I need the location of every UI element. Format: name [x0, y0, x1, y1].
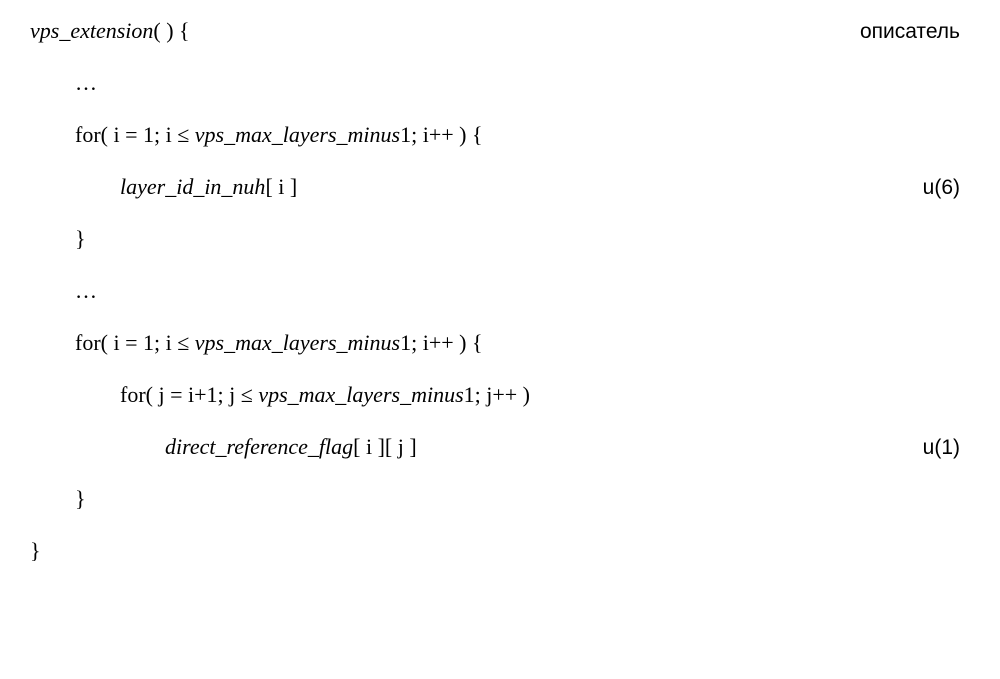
descriptor-u1: u(1) — [923, 437, 970, 458]
for-loop-1: for( i = 1; i ≤ vps_max_layers_minus1; i… — [30, 124, 970, 146]
ellipsis-2: … — [30, 280, 970, 302]
close-brace-3: } — [30, 540, 970, 562]
func-decl: vps_extension( ) { — [30, 20, 190, 42]
close-brace-2: } — [30, 488, 970, 510]
for-loop-2: for( i = 1; i ≤ vps_max_layers_minus1; i… — [30, 332, 970, 354]
direct-ref: direct_reference_flag[ i ][ j ] — [30, 436, 417, 458]
header-label: описатель — [860, 21, 970, 42]
for-loop-3: for( j = i+1; j ≤ vps_max_layers_minus1;… — [30, 384, 970, 406]
ellipsis-1: … — [30, 72, 970, 94]
layer-id-row: layer_id_in_nuh[ i ] u(6) — [30, 176, 970, 198]
header-row: vps_extension( ) { описатель — [30, 20, 970, 42]
direct-ref-row: direct_reference_flag[ i ][ j ] u(1) — [30, 436, 970, 458]
close-brace-1: } — [30, 228, 970, 250]
descriptor-u6: u(6) — [923, 177, 970, 198]
layer-id: layer_id_in_nuh[ i ] — [30, 176, 297, 198]
